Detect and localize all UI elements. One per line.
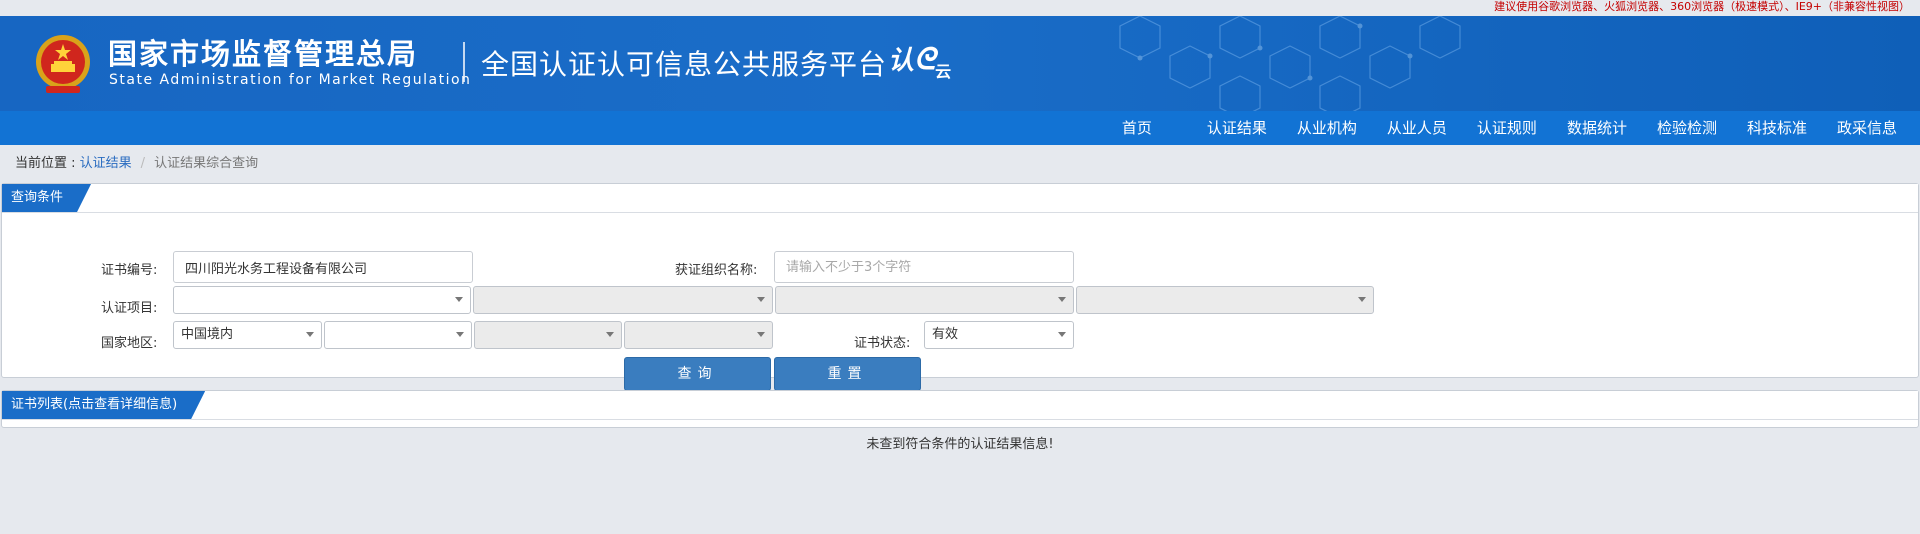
- nav-item-personnel[interactable]: 从业人员: [1372, 111, 1462, 145]
- platform-title: 全国认证认可信息公共服务平台: [481, 48, 888, 81]
- project-select-4[interactable]: [1076, 286, 1374, 314]
- query-panel: 查询条件 证书编号: 获证组织名称: 认证项目: 国家地区: 中国境内 证书状态…: [1, 183, 1919, 391]
- cert-no-input[interactable]: [173, 251, 473, 283]
- query-panel-title: 查询条件: [2, 184, 91, 212]
- browser-notice: 建议使用谷歌浏览器、火狐浏览器、360浏览器（极速模式）、IE9+（非兼容性视图…: [1494, 0, 1910, 13]
- empty-result-message: 未查到符合条件的认证结果信息!: [866, 437, 1054, 452]
- project-label: 认证项目:: [101, 301, 158, 316]
- cert-list-panel-title: 证书列表(点击查看详细信息): [2, 391, 205, 419]
- national-emblem-icon: [36, 35, 90, 93]
- nav-item-institutions[interactable]: 从业机构: [1282, 111, 1372, 145]
- cert-list-panel: 证书列表(点击查看详细信息): [1, 390, 1919, 428]
- breadcrumb-link-cert-results[interactable]: 认证结果: [80, 156, 132, 171]
- org-name-label: 获证组织名称:: [675, 263, 758, 278]
- renyun-logo: 认ᘓ云: [888, 42, 952, 81]
- region-select-city[interactable]: [474, 321, 622, 349]
- main-nav: 首页 认证结果 从业机构 从业人员 认证规则 数据统计 检验检测 科技标准 政采…: [0, 111, 1920, 145]
- logo-text-ren: 认: [888, 46, 915, 76]
- header-divider: [463, 42, 465, 82]
- chevron-down-icon: [1058, 332, 1066, 337]
- nav-item-rules[interactable]: 认证规则: [1462, 111, 1552, 145]
- project-select-3[interactable]: [775, 286, 1074, 314]
- status-select[interactable]: 有效: [924, 321, 1074, 349]
- org-name-english: State Administration for Market Regulati…: [109, 72, 472, 88]
- breadcrumb-separator: /: [140, 156, 146, 171]
- region-select-district[interactable]: [624, 321, 773, 349]
- search-button[interactable]: 查询: [624, 357, 771, 391]
- chevron-down-icon: [757, 332, 765, 337]
- chevron-down-icon: [606, 332, 614, 337]
- status-label: 证书状态:: [854, 336, 911, 351]
- breadcrumb-prefix: 当前位置 :: [15, 156, 80, 171]
- chevron-down-icon: [306, 332, 314, 337]
- reset-button[interactable]: 重置: [774, 357, 921, 391]
- site-header: 国家市场监督管理总局 State Administration for Mark…: [0, 16, 1920, 111]
- cert-no-label: 证书编号:: [101, 263, 158, 278]
- chevron-down-icon: [1358, 297, 1366, 302]
- region-label: 国家地区:: [101, 336, 158, 351]
- nav-item-procurement[interactable]: 政采信息: [1822, 111, 1912, 145]
- hexagon-pattern-decoration: [1119, 16, 1461, 111]
- chevron-down-icon: [456, 332, 464, 337]
- org-name-chinese: 国家市场监督管理总局: [108, 37, 419, 71]
- project-select-2[interactable]: [473, 286, 773, 314]
- region-select-value: 中国境内: [181, 327, 234, 342]
- nav-item-statistics[interactable]: 数据统计: [1552, 111, 1642, 145]
- browser-notice-bar: 建议使用谷歌浏览器、火狐浏览器、360浏览器（极速模式）、IE9+（非兼容性视图…: [0, 0, 1920, 16]
- chevron-down-icon: [757, 297, 765, 302]
- project-select-1[interactable]: [173, 286, 471, 314]
- breadcrumb: 当前位置 : 认证结果 / 认证结果综合查询: [0, 145, 1920, 183]
- nav-item-cert-results[interactable]: 认证结果: [1192, 111, 1282, 145]
- cert-list-panel-header: 证书列表(点击查看详细信息): [2, 391, 1918, 420]
- status-select-value: 有效: [932, 327, 959, 342]
- chevron-down-icon: [1058, 297, 1066, 302]
- chevron-down-icon: [455, 297, 463, 302]
- breadcrumb-current: 认证结果综合查询: [154, 156, 259, 171]
- nav-item-home[interactable]: 首页: [1107, 111, 1192, 145]
- nav-item-inspection[interactable]: 检验检测: [1642, 111, 1732, 145]
- logo-text-yun: 云: [935, 62, 952, 81]
- region-select-country[interactable]: 中国境内: [173, 321, 322, 349]
- region-select-province[interactable]: [324, 321, 472, 349]
- nav-item-standards[interactable]: 科技标准: [1732, 111, 1822, 145]
- query-panel-header: 查询条件: [2, 184, 1918, 213]
- query-form: 证书编号: 获证组织名称: 认证项目: 国家地区: 中国境内 证书状态: 有效 …: [2, 213, 1918, 391]
- org-name-input[interactable]: [774, 251, 1074, 283]
